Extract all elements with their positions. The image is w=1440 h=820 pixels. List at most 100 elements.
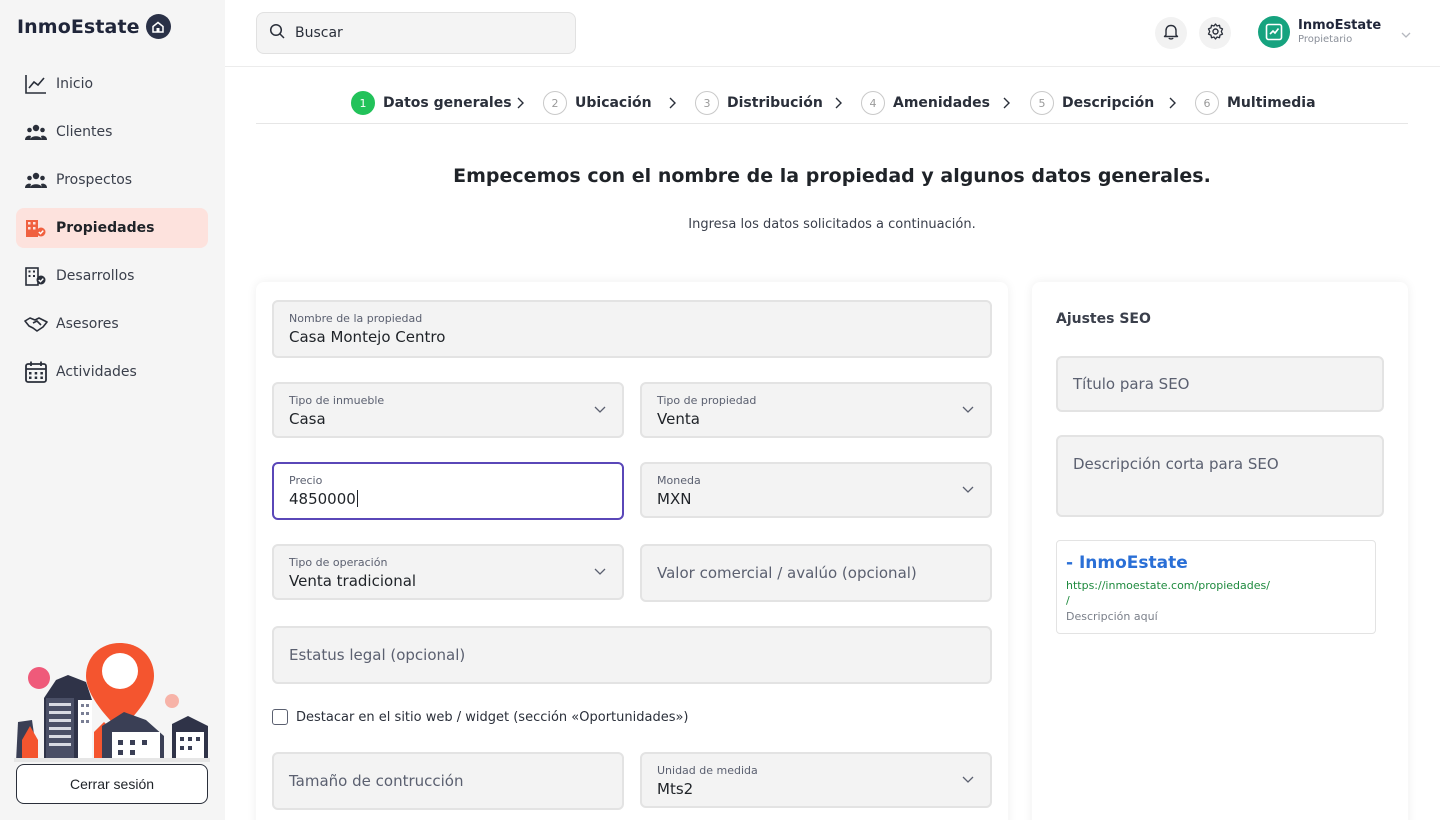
avatar — [1258, 16, 1290, 48]
field-label: Tipo de propiedad — [657, 394, 757, 407]
field-value: Casa Montejo Centro — [289, 328, 446, 346]
chevron-down-icon — [962, 406, 974, 413]
sidebar-nav: Inicio Clientes Prospectos Propiedades D… — [16, 64, 208, 400]
step-label: Descripción — [1062, 95, 1155, 111]
step-number: 3 — [695, 91, 719, 115]
chevron-right-icon — [669, 97, 676, 109]
chevron-down-icon — [594, 406, 606, 413]
property-name-field[interactable]: Nombre de la propiedad Casa Montejo Cent… — [272, 300, 992, 358]
step-label: Multimedia — [1227, 95, 1316, 111]
seo-section-title: Ajustes SEO — [1056, 311, 1151, 327]
brand-logo[interactable]: InmoEstate — [17, 14, 171, 39]
step-number: 4 — [861, 91, 885, 115]
sidebar-item-label: Clientes — [56, 124, 113, 140]
page-title: Empecemos con el nombre de la propiedad … — [453, 165, 1211, 187]
preview-description: Descripción aquí — [1066, 610, 1158, 623]
construction-size-field[interactable]: Tamaño de contrucción — [272, 752, 624, 810]
sidebar-item-label: Asesores — [56, 316, 119, 332]
listing-type-select[interactable]: Tipo de propiedad Venta — [640, 382, 992, 438]
step-descripcion[interactable]: 5 Descripción — [1030, 91, 1154, 115]
property-type-select[interactable]: Tipo de inmueble Casa — [272, 382, 624, 438]
logout-button[interactable]: Cerrar sesión — [16, 764, 208, 804]
preview-title: - InmoEstate — [1066, 553, 1188, 573]
step-datos-generales[interactable]: 1 Datos generales — [351, 91, 512, 115]
field-value: Venta tradicional — [289, 572, 417, 590]
sidebar-item-propiedades[interactable]: Propiedades — [16, 208, 208, 248]
field-label: Nombre de la propiedad — [289, 312, 423, 325]
field-placeholder: Título para SEO — [1073, 375, 1190, 393]
sidebar: InmoEstate Inicio Clientes Prospectos Pr… — [0, 0, 225, 820]
step-number: 5 — [1030, 91, 1054, 115]
step-number: 1 — [351, 91, 375, 115]
chart-line-icon — [24, 72, 48, 96]
handshake-icon — [24, 312, 48, 336]
sidebar-item-prospectos[interactable]: Prospectos — [16, 160, 208, 200]
settings-button[interactable] — [1199, 17, 1231, 49]
users-icon — [24, 168, 48, 192]
chevron-right-icon — [835, 97, 842, 109]
operation-type-select[interactable]: Tipo de operación Venta tradicional — [272, 544, 624, 600]
field-label: Unidad de medida — [657, 764, 758, 777]
user-role: Propietario — [1298, 34, 1353, 45]
sidebar-item-desarrollos[interactable]: Desarrollos — [16, 256, 208, 296]
form-stepper: 1 Datos generales 2 Ubicación 3 Distribu… — [256, 84, 1408, 124]
field-value: Mts2 — [657, 780, 694, 798]
sidebar-item-label: Desarrollos — [56, 268, 135, 284]
step-ubicacion[interactable]: 2 Ubicación — [543, 91, 652, 115]
step-amenidades[interactable]: 4 Amenidades — [861, 91, 990, 115]
preview-url-base: https://inmoestate.com/propiedades/ — [1066, 579, 1270, 592]
building-check-icon — [24, 264, 48, 288]
sidebar-item-asesores[interactable]: Asesores — [16, 304, 208, 344]
seo-description-field[interactable]: Descripción corta para SEO — [1056, 435, 1384, 517]
notifications-button[interactable] — [1155, 17, 1187, 49]
field-value: Casa — [289, 410, 326, 428]
step-label: Ubicación — [575, 95, 652, 111]
commercial-value-field[interactable]: Valor comercial / avalúo (opcional) — [640, 544, 992, 602]
page-subtitle: Ingresa los datos solicitados a continua… — [688, 217, 976, 232]
field-placeholder: Valor comercial / avalúo (opcional) — [657, 564, 917, 582]
featured-checkbox[interactable] — [272, 709, 288, 725]
sidebar-item-actividades[interactable]: Actividades — [16, 352, 208, 392]
top-header: Buscar InmoEstate Propietario — [225, 0, 1440, 67]
step-label: Distribución — [727, 95, 823, 111]
preview-url: https://inmoestate.com/propiedades/ / — [1066, 578, 1296, 608]
user-profile-menu[interactable]: InmoEstate Propietario — [1258, 16, 1411, 48]
featured-checkbox-row[interactable]: Destacar en el sitio web / widget (secci… — [272, 709, 689, 725]
step-multimedia[interactable]: 6 Multimedia — [1195, 91, 1316, 115]
field-value: Venta — [657, 410, 700, 428]
users-icon — [24, 120, 48, 144]
seo-title-field[interactable]: Título para SEO — [1056, 356, 1384, 412]
chevron-right-icon — [1169, 97, 1176, 109]
price-field[interactable]: Precio 4850000 — [272, 462, 624, 520]
step-distribucion[interactable]: 3 Distribución — [695, 91, 823, 115]
brand-name: InmoEstate — [17, 15, 140, 38]
chevron-right-icon — [1003, 97, 1010, 109]
step-label: Datos generales — [383, 95, 512, 111]
bell-icon — [1163, 23, 1179, 44]
legal-status-field[interactable]: Estatus legal (opcional) — [272, 626, 992, 684]
sidebar-item-label: Actividades — [56, 364, 137, 380]
search-icon — [269, 23, 285, 43]
sidebar-item-label: Prospectos — [56, 172, 133, 188]
building-check-icon — [24, 216, 48, 240]
currency-select[interactable]: Moneda MXN — [640, 462, 992, 518]
sidebar-item-inicio[interactable]: Inicio — [16, 64, 208, 104]
search-input[interactable]: Buscar — [256, 12, 576, 54]
calendar-icon — [24, 360, 48, 384]
field-value: 4850000 — [289, 490, 356, 508]
sidebar-item-clientes[interactable]: Clientes — [16, 112, 208, 152]
field-value: MXN — [657, 490, 692, 508]
chevron-down-icon — [962, 776, 974, 783]
field-label: Precio — [289, 474, 323, 487]
sidebar-item-label: Inicio — [56, 76, 94, 92]
featured-checkbox-label: Destacar en el sitio web / widget (secci… — [296, 709, 689, 725]
step-number: 6 — [1195, 91, 1219, 115]
city-location-illustration — [14, 640, 210, 762]
chevron-down-icon — [594, 568, 606, 575]
field-label: Tipo de inmueble — [289, 394, 385, 407]
field-label: Tipo de operación — [289, 556, 388, 569]
measure-unit-select[interactable]: Unidad de medida Mts2 — [640, 752, 992, 808]
step-number: 2 — [543, 91, 567, 115]
preview-url-tail: / — [1066, 594, 1070, 607]
sidebar-item-label: Propiedades — [56, 220, 155, 236]
